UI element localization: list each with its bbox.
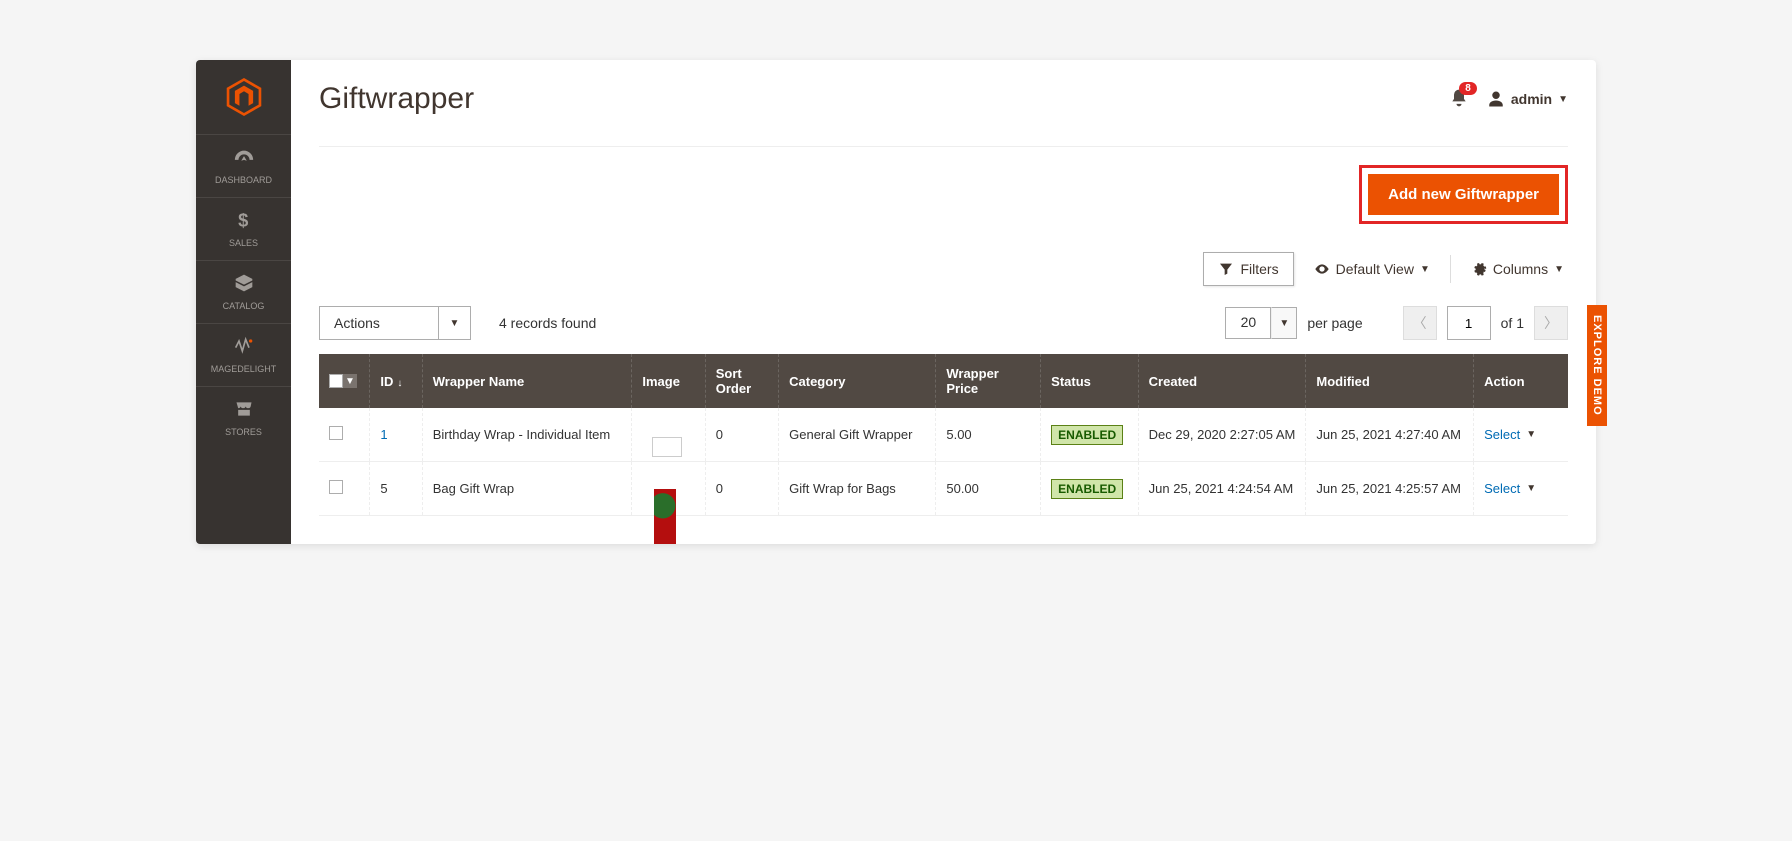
col-price[interactable]: Wrapper Price (936, 354, 1041, 408)
next-page-button[interactable]: 〉 (1534, 306, 1568, 340)
svg-text:$: $ (238, 210, 248, 230)
sort-arrow-icon: ↓ (397, 378, 402, 389)
col-sort[interactable]: Sort Order (705, 354, 778, 408)
row-category: Gift Wrap for Bags (779, 462, 936, 516)
data-grid: ▼ ID ↓ Wrapper Name Image Sort Order Cate… (319, 354, 1568, 516)
row-sort: 0 (705, 408, 778, 462)
select-all-checkbox[interactable]: ▼ (329, 374, 359, 388)
row-modified: Jun 25, 2021 4:25:57 AM (1306, 462, 1474, 516)
user-menu[interactable]: admin ▼ (1487, 90, 1568, 108)
row-sort: 0 (705, 462, 778, 516)
row-price: 5.00 (936, 408, 1041, 462)
columns-label: Columns (1493, 261, 1548, 277)
row-id[interactable]: 1 (380, 427, 387, 442)
col-status[interactable]: Status (1041, 354, 1139, 408)
add-new-highlight: Add new Giftwrapper (1359, 165, 1568, 224)
sidebar-item-label: DASHBOARD (215, 175, 272, 185)
box-icon (196, 273, 291, 295)
caret-down-icon: ▼ (1526, 483, 1536, 494)
sidebar-item-label: STORES (225, 427, 262, 437)
default-view-label: Default View (1336, 261, 1414, 277)
col-created[interactable]: Created (1138, 354, 1306, 408)
row-name: Bag Gift Wrap (422, 462, 632, 516)
gauge-icon (196, 147, 291, 169)
row-name: Birthday Wrap - Individual Item (422, 408, 632, 462)
table-row[interactable]: 5 Bag Gift Wrap 0 Gift Wrap for Bags 50.… (319, 462, 1568, 516)
per-page-label: per page (1307, 315, 1362, 331)
status-badge: ENABLED (1051, 425, 1123, 445)
user-icon (1487, 90, 1505, 108)
select-action[interactable]: Select▼ (1484, 427, 1558, 442)
row-checkbox[interactable] (329, 426, 343, 440)
status-badge: ENABLED (1051, 479, 1123, 499)
row-checkbox[interactable] (329, 480, 343, 494)
sidebar-item-label: MAGEDELIGHT (211, 364, 277, 374)
select-action[interactable]: Select▼ (1484, 481, 1558, 496)
add-new-giftwrapper-button[interactable]: Add new Giftwrapper (1368, 174, 1559, 215)
actions-label: Actions (319, 306, 439, 340)
col-action[interactable]: Action (1474, 354, 1568, 408)
filters-button[interactable]: Filters (1203, 252, 1293, 286)
page-title: Giftwrapper (319, 82, 474, 116)
sidebar-item-magedelight[interactable]: MAGEDELIGHT (196, 323, 291, 386)
col-image[interactable]: Image (632, 354, 705, 408)
actions-dropdown[interactable]: Actions ▼ (319, 306, 471, 340)
sidebar: DASHBOARD $ SALES CATALOG MAGEDELIGHT ST… (196, 60, 291, 544)
notification-badge: 8 (1459, 82, 1477, 95)
user-name: admin (1511, 91, 1552, 107)
per-page-value: 20 (1225, 307, 1271, 339)
caret-down-icon: ▼ (1554, 264, 1564, 275)
per-page-select[interactable]: 20 ▼ (1225, 307, 1297, 339)
logo-icon (225, 78, 263, 116)
sidebar-item-label: SALES (229, 238, 258, 248)
caret-down-icon: ▼ (1526, 429, 1536, 440)
row-created: Jun 25, 2021 4:24:54 AM (1138, 462, 1306, 516)
sidebar-item-label: CATALOG (223, 301, 265, 311)
chevron-right-icon: 〉 (1544, 313, 1558, 333)
sidebar-item-sales[interactable]: $ SALES (196, 197, 291, 260)
page-input[interactable] (1447, 306, 1491, 340)
sidebar-item-stores[interactable]: STORES (196, 386, 291, 449)
notifications-button[interactable]: 8 (1449, 88, 1469, 111)
col-category[interactable]: Category (779, 354, 936, 408)
filters-label: Filters (1240, 261, 1278, 277)
col-name[interactable]: Wrapper Name (422, 354, 632, 408)
columns-button[interactable]: Columns ▼ (1471, 261, 1564, 277)
sidebar-item-catalog[interactable]: CATALOG (196, 260, 291, 323)
row-modified: Jun 25, 2021 4:27:40 AM (1306, 408, 1474, 462)
sidebar-item-dashboard[interactable]: DASHBOARD (196, 134, 291, 197)
explore-demo-tab[interactable]: EXPLORE DEMO (1587, 305, 1607, 426)
eye-icon (1314, 261, 1330, 277)
row-price: 50.00 (936, 462, 1041, 516)
chevron-left-icon: 〈 (1413, 313, 1427, 333)
col-id[interactable]: ID (380, 374, 393, 389)
table-row[interactable]: 1 Birthday Wrap - Individual Item 0 Gene… (319, 408, 1568, 462)
row-category: General Gift Wrapper (779, 408, 936, 462)
caret-down-icon: ▼ (1558, 94, 1568, 105)
row-created: Dec 29, 2020 2:27:05 AM (1138, 408, 1306, 462)
records-found: 4 records found (499, 315, 596, 331)
page-total: of 1 (1501, 315, 1524, 331)
row-id: 5 (380, 481, 387, 496)
pulse-icon (196, 336, 291, 358)
default-view-button[interactable]: Default View ▼ (1314, 261, 1430, 277)
caret-down-icon: ▼ (1420, 264, 1430, 275)
store-icon (196, 399, 291, 421)
main-content: Giftwrapper 8 admin ▼ Add new Giftw (291, 60, 1596, 544)
dollar-icon: $ (196, 210, 291, 232)
col-modified[interactable]: Modified (1306, 354, 1474, 408)
caret-down-icon: ▼ (1271, 307, 1297, 339)
caret-down-icon: ▼ (439, 306, 471, 340)
gear-icon (1471, 261, 1487, 277)
prev-page-button[interactable]: 〈 (1403, 306, 1437, 340)
funnel-icon (1218, 261, 1234, 277)
